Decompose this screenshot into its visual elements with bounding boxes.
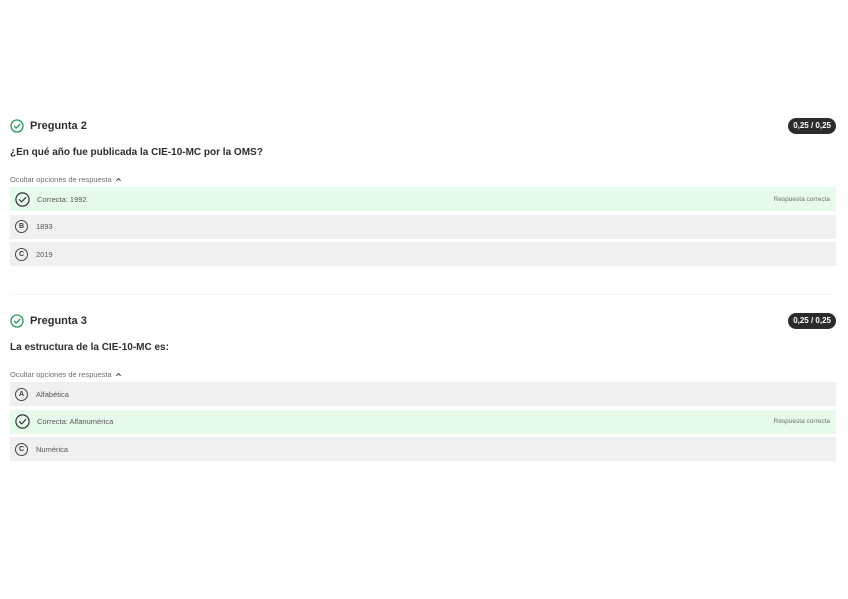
question-title: Pregunta 3: [30, 315, 87, 327]
option-text: Correcta: 1992: [37, 194, 87, 204]
option-letter-c: C: [15, 247, 28, 261]
option-text: Alfabética: [36, 389, 69, 399]
check-circle-icon: [10, 314, 24, 328]
answer-option-correct: Correcta: Alfanumérica Respuesta correct…: [10, 409, 836, 434]
answer-option-a: A Alfabética: [10, 382, 836, 406]
correct-answer-note: Respuesta correcta: [773, 195, 830, 203]
question-title: Pregunta 2: [30, 120, 87, 132]
score-badge: 0,25 / 0,25: [788, 313, 836, 329]
check-circle-icon: [10, 119, 24, 133]
answer-options: Correcta: 1992 Respuesta correcta B 1893…: [10, 187, 836, 266]
check-circle-icon: [15, 191, 30, 207]
chevron-up-icon: [115, 372, 121, 376]
option-text: 2019: [36, 249, 53, 259]
answer-option-correct: Correcta: 1992 Respuesta correcta: [10, 187, 836, 211]
option-letter-b: B: [15, 220, 28, 233]
hide-options-toggle[interactable]: Ocultar opciones de respuesta: [10, 173, 836, 185]
question-divider: [10, 294, 836, 295]
question-prompt: ¿En qué año fue publicada la CIE-10-MC p…: [10, 147, 263, 158]
score-badge: 0,25 / 0,25: [788, 118, 836, 134]
answer-options: A Alfabética Correcta: Alfanumérica Resp…: [10, 382, 836, 461]
toggle-label: Ocultar opciones de respuesta: [10, 174, 112, 184]
question-block-2: Pregunta 2 0,25 / 0,25 ¿En qué año fue p…: [10, 116, 836, 270]
option-letter-a: A: [15, 387, 28, 401]
question-header: Pregunta 3 0,25 / 0,25: [10, 311, 836, 331]
option-text: Correcta: Alfanumérica: [37, 417, 114, 426]
question-prompt: La estructura de la CIE-10-MC es:: [10, 342, 169, 353]
question-header: Pregunta 2 0,25 / 0,25: [10, 116, 836, 136]
check-circle-icon: [15, 414, 30, 429]
answer-option-b: B 1893: [10, 214, 836, 239]
question-block-3: Pregunta 3 0,25 / 0,25 La estructura de …: [10, 311, 836, 465]
answer-option-c: C 2019: [10, 242, 836, 266]
correct-answer-note: Respuesta correcta: [773, 418, 830, 425]
answer-option-c: C Numérica: [10, 437, 836, 461]
option-letter-c: C: [15, 442, 28, 456]
toggle-label: Ocultar opciones de respuesta: [10, 369, 112, 379]
option-text: Numérica: [36, 444, 69, 454]
chevron-up-icon: [115, 177, 121, 181]
option-text: 1893: [36, 222, 53, 231]
hide-options-toggle[interactable]: Ocultar opciones de respuesta: [10, 368, 836, 380]
